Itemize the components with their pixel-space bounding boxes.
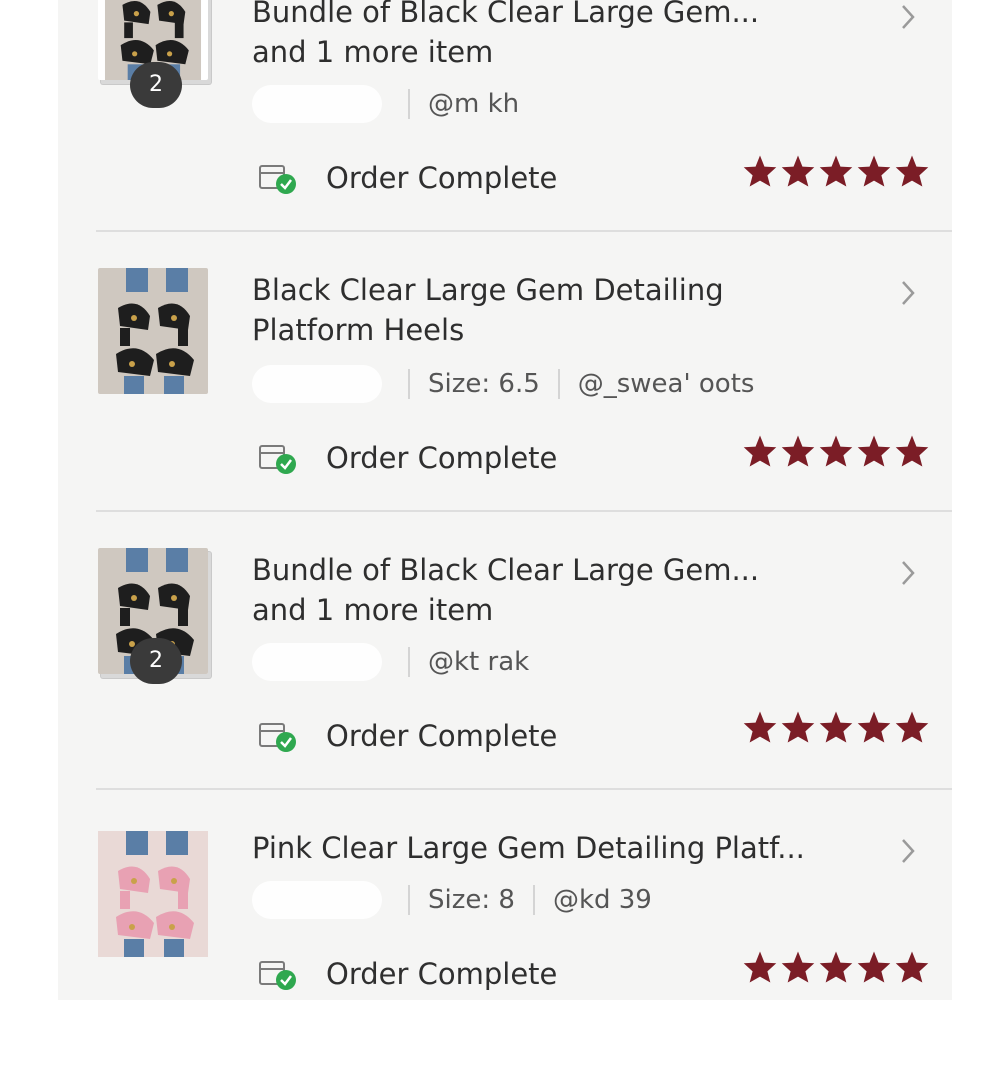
- order-title: Bundle of Black Clear Large Gem... and 1…: [252, 0, 872, 72]
- order-title-line2: and 1 more item: [252, 35, 494, 69]
- star-icon: [895, 711, 929, 743]
- meta-divider: [408, 369, 410, 399]
- meta-divider: [532, 885, 535, 915]
- meta-divider: [408, 89, 410, 119]
- order-status: Order Complete: [258, 160, 557, 196]
- order-title-line2: and 1 more item: [252, 593, 494, 627]
- chevron-right-icon[interactable]: [898, 558, 918, 588]
- order-title: Black Clear Large Gem Detailing Platform…: [252, 270, 872, 350]
- star-icon: [781, 155, 815, 187]
- star-icon: [819, 435, 853, 467]
- star-icon: [781, 711, 815, 743]
- order-meta: @kt rak: [252, 642, 529, 682]
- star-icon: [819, 155, 853, 187]
- star-icon: [857, 711, 891, 743]
- meta-divider: [408, 647, 410, 677]
- chevron-right-icon[interactable]: [898, 2, 918, 32]
- order-size: Size: 6.5: [428, 369, 540, 399]
- product-thumbnail: [98, 268, 208, 394]
- order-title-line1: Bundle of Black Clear Large Gem...: [252, 553, 760, 587]
- order-card[interactable]: Pink Clear Large Gem Detailing Platf... …: [58, 792, 952, 1070]
- chevron-right-icon[interactable]: [898, 278, 918, 308]
- order-title: Pink Clear Large Gem Detailing Platf...: [252, 828, 872, 868]
- star-icon: [895, 155, 929, 187]
- package-check-icon: [258, 956, 298, 992]
- rating-stars: [742, 434, 930, 468]
- order-meta: Size: 8 @kd 39: [252, 880, 652, 920]
- seller-username[interactable]: @kt rak: [428, 647, 529, 677]
- divider: [96, 230, 952, 232]
- package-check-icon: [258, 440, 298, 476]
- redacted-area: [252, 643, 382, 681]
- order-size: Size: 8: [428, 885, 515, 915]
- status-label: Order Complete: [326, 161, 558, 195]
- star-icon: [857, 435, 891, 467]
- star-icon: [895, 951, 929, 983]
- star-icon: [781, 951, 815, 983]
- status-label: Order Complete: [326, 441, 558, 475]
- order-title-line1: Pink Clear Large Gem Detailing Platf...: [252, 831, 805, 865]
- divider: [96, 788, 952, 790]
- order-card[interactable]: Black Clear Large Gem Detailing Platform…: [58, 234, 952, 512]
- order-card[interactable]: 2 Bundle of Black Clear Large Gem... and…: [58, 0, 952, 236]
- star-icon: [857, 155, 891, 187]
- product-thumbnail: [98, 826, 208, 962]
- bundle-count-badge: 2: [130, 638, 182, 684]
- star-icon: [743, 951, 777, 983]
- star-icon: [857, 951, 891, 983]
- seller-username[interactable]: @_swea' oots: [578, 369, 755, 399]
- seller-username[interactable]: @kd 39: [553, 885, 652, 915]
- status-label: Order Complete: [326, 719, 558, 753]
- order-meta: @m kh: [252, 84, 519, 124]
- package-check-icon: [258, 718, 298, 754]
- order-title-line1: Bundle of Black Clear Large Gem...: [252, 0, 760, 29]
- order-title: Bundle of Black Clear Large Gem... and 1…: [252, 550, 872, 630]
- redacted-area: [252, 881, 382, 919]
- rating-stars: [742, 950, 930, 984]
- meta-divider: [408, 885, 410, 915]
- chevron-right-icon[interactable]: [898, 836, 918, 866]
- rating-stars: [742, 154, 930, 188]
- order-title-line2: Platform Heels: [252, 313, 465, 347]
- package-check-icon: [258, 160, 298, 196]
- order-status: Order Complete: [258, 956, 557, 992]
- star-icon: [819, 951, 853, 983]
- redacted-area: [252, 85, 382, 123]
- bundle-count-badge: 2: [130, 62, 182, 108]
- seller-username[interactable]: @m kh: [428, 89, 519, 119]
- order-status: Order Complete: [258, 440, 557, 476]
- order-status: Order Complete: [258, 718, 557, 754]
- star-icon: [895, 435, 929, 467]
- order-title-line1: Black Clear Large Gem Detailing: [252, 273, 724, 307]
- rating-stars: [742, 710, 930, 744]
- order-card[interactable]: 2 Bundle of Black Clear Large Gem... and…: [58, 514, 952, 792]
- star-icon: [743, 155, 777, 187]
- redacted-area: [252, 365, 382, 403]
- status-label: Order Complete: [326, 957, 558, 991]
- order-meta: Size: 6.5 @_swea' oots: [252, 364, 754, 404]
- star-icon: [743, 435, 777, 467]
- divider: [96, 510, 952, 512]
- star-icon: [819, 711, 853, 743]
- meta-divider: [557, 369, 560, 399]
- star-icon: [781, 435, 815, 467]
- star-icon: [743, 711, 777, 743]
